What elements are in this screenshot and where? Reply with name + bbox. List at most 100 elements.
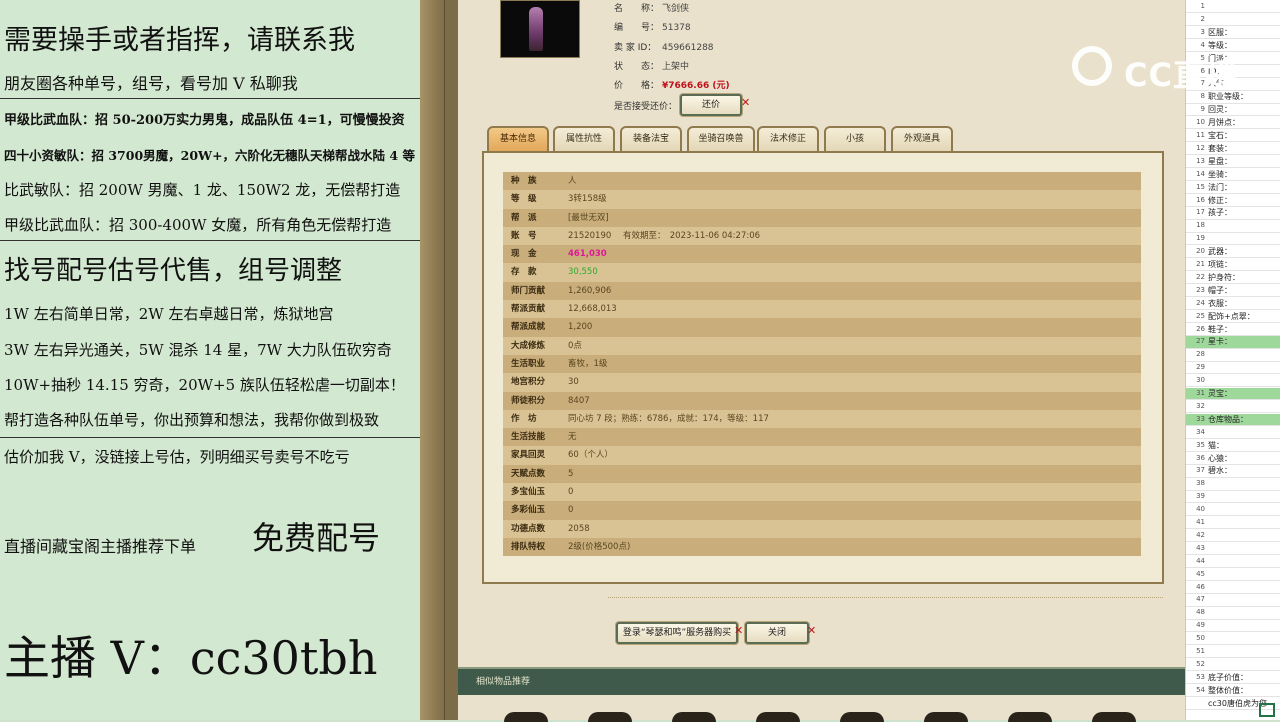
sheet-cell[interactable]: 区服：	[1208, 27, 1232, 38]
sheet-cell[interactable]: 鞋子：	[1208, 324, 1232, 335]
sheet-row[interactable]: 35 猫：	[1186, 440, 1280, 452]
sheet-row[interactable]: 29	[1186, 362, 1280, 375]
similar-item-thumb[interactable]	[588, 712, 632, 722]
similar-item-thumb[interactable]	[924, 712, 968, 722]
sheet-row[interactable]: 19	[1186, 233, 1280, 246]
sheet-cell[interactable]: 回灵：	[1208, 104, 1232, 115]
sheet-row[interactable]: 23 帽子：	[1186, 285, 1280, 298]
sheet-row[interactable]: 13 星盘：	[1186, 156, 1280, 169]
tab-children[interactable]: 小孩	[824, 126, 886, 151]
sheet-cell[interactable]: 灵宝：	[1208, 388, 1232, 399]
close-icon[interactable]: ✕	[807, 624, 816, 637]
similar-item-thumb[interactable]	[504, 712, 548, 722]
sheet-row[interactable]: 28	[1186, 349, 1280, 362]
sheet-row[interactable]: 24 衣服：	[1186, 298, 1280, 310]
sheet-row[interactable]: 17 孩子：	[1186, 207, 1280, 220]
sheet-row[interactable]: 14 坐骑：	[1186, 169, 1280, 181]
sheet-row[interactable]: 25 配饰+点翠：	[1186, 311, 1280, 323]
streamer-contact: 主播 V：cc30tbh	[4, 631, 378, 685]
sheet-row[interactable]: 21 项链：	[1186, 259, 1280, 272]
sheet-row[interactable]: 22 护身符：	[1186, 272, 1280, 285]
sheet-row[interactable]: 48	[1186, 607, 1280, 620]
sheet-row[interactable]: 38	[1186, 478, 1280, 491]
sheet-cell[interactable]: 护身符：	[1208, 272, 1240, 283]
sheet-cell[interactable]: 心猿：	[1208, 453, 1232, 464]
selected-cell[interactable]	[1259, 703, 1275, 717]
sheet-row[interactable]: 37 碧水：	[1186, 465, 1280, 478]
sheet-row[interactable]: 32	[1186, 401, 1280, 414]
sheet-cell[interactable]: 碧水：	[1208, 465, 1232, 476]
detail-value: 0	[568, 487, 574, 498]
sheet-row[interactable]: 44	[1186, 556, 1280, 568]
sheet-cell[interactable]: 星卡：	[1208, 336, 1232, 347]
sheet-cell[interactable]: 仓库物品：	[1208, 414, 1248, 425]
sheet-cell[interactable]: 修正：	[1208, 195, 1232, 206]
sheet-row[interactable]: 53 底子价值：	[1186, 672, 1280, 685]
sheet-cell[interactable]: 宝石：	[1208, 130, 1232, 141]
sheet-row[interactable]: 52	[1186, 659, 1280, 672]
sheet-row[interactable]: 34	[1186, 427, 1280, 439]
similar-item-thumb[interactable]	[840, 712, 884, 722]
similar-item-thumb[interactable]	[1008, 712, 1052, 722]
sheet-row[interactable]: 47	[1186, 594, 1280, 607]
sheet-cell[interactable]: 配饰+点翠：	[1208, 311, 1255, 322]
sheet-row[interactable]: 42	[1186, 530, 1280, 543]
sheet-cell[interactable]: 法门：	[1208, 182, 1232, 193]
sheet-row[interactable]: 3 区服：	[1186, 27, 1280, 40]
sheet-cell[interactable]: 帽子：	[1208, 285, 1232, 296]
sheet-cell[interactable]: 衣服：	[1208, 298, 1232, 309]
sheet-row[interactable]: 20 武器：	[1186, 246, 1280, 259]
sheet-row[interactable]: 49	[1186, 620, 1280, 633]
sheet-row[interactable]: 30	[1186, 375, 1280, 388]
sheet-cell[interactable]: 整体价值：	[1208, 685, 1248, 696]
sheet-row[interactable]: 1	[1186, 1, 1280, 14]
close-button[interactable]: 关闭	[745, 622, 809, 644]
sheet-row[interactable]: 40	[1186, 504, 1280, 517]
sheet-row[interactable]: 9 回灵：	[1186, 104, 1280, 117]
close-icon[interactable]: ✕	[741, 96, 750, 109]
sheet-row[interactable]: 54 整体价值：	[1186, 685, 1280, 697]
divider	[0, 437, 420, 438]
sheet-row[interactable]: 18	[1186, 220, 1280, 233]
detail-value: [最世无双]	[568, 212, 609, 223]
sheet-cell[interactable]: 星盘：	[1208, 156, 1232, 167]
sheet-cell[interactable]: 项链：	[1208, 259, 1232, 270]
similar-item-thumb[interactable]	[672, 712, 716, 722]
sheet-cell[interactable]: 底子价值：	[1208, 672, 1248, 683]
tab-equipment[interactable]: 装备法宝	[620, 126, 682, 151]
sheet-cell[interactable]: 月饼点：	[1208, 117, 1240, 128]
sheet-row[interactable]: 50	[1186, 633, 1280, 646]
tab-mounts-pets[interactable]: 坐骑召唤兽	[687, 126, 755, 151]
sheet-row[interactable]: 51	[1186, 646, 1280, 659]
sheet-row[interactable]: 10 月饼点：	[1186, 117, 1280, 130]
tab-appearance[interactable]: 外观道具	[891, 126, 953, 151]
login-purchase-button[interactable]: 登录“琴瑟和鸣”服务器购买	[616, 622, 738, 644]
sheet-row[interactable]: 12 套装：	[1186, 143, 1280, 156]
sheet-row[interactable]: 16 修正：	[1186, 195, 1280, 207]
sheet-row[interactable]: 33 仓库物品：	[1186, 413, 1280, 427]
sheet-cell[interactable]: 武器：	[1208, 246, 1232, 257]
sheet-row[interactable]: 26 鞋子：	[1186, 324, 1280, 336]
sheet-row[interactable]: 15 法门：	[1186, 182, 1280, 194]
sheet-row[interactable]: 2	[1186, 14, 1280, 27]
close-icon[interactable]: ✕	[734, 624, 743, 637]
tab-spell-mods[interactable]: 法术修正	[757, 126, 819, 151]
sheet-row[interactable]: 27 星卡：	[1186, 336, 1280, 349]
sheet-cell[interactable]: 坐骑：	[1208, 169, 1232, 180]
sheet-cell[interactable]: 猫：	[1208, 440, 1224, 451]
sheet-row[interactable]: 43	[1186, 543, 1280, 556]
similar-item-thumb[interactable]	[756, 712, 800, 722]
tab-attributes[interactable]: 属性抗性	[553, 126, 615, 151]
sheet-row[interactable]: 36 心猿：	[1186, 453, 1280, 465]
sheet-cell[interactable]: 套装：	[1208, 143, 1232, 154]
tab-basic-info[interactable]: 基本信息	[487, 126, 549, 151]
sheet-row[interactable]: 39	[1186, 491, 1280, 504]
sheet-row[interactable]: 31 灵宝：	[1186, 388, 1280, 401]
sheet-row[interactable]: 46	[1186, 582, 1280, 594]
bargain-button[interactable]: 还价	[680, 94, 742, 116]
sheet-cell[interactable]: 孩子：	[1208, 207, 1232, 218]
similar-item-thumb[interactable]	[1092, 712, 1136, 722]
sheet-row[interactable]: 41	[1186, 517, 1280, 530]
sheet-row[interactable]: 11 宝石：	[1186, 130, 1280, 143]
sheet-row[interactable]: 45	[1186, 569, 1280, 581]
